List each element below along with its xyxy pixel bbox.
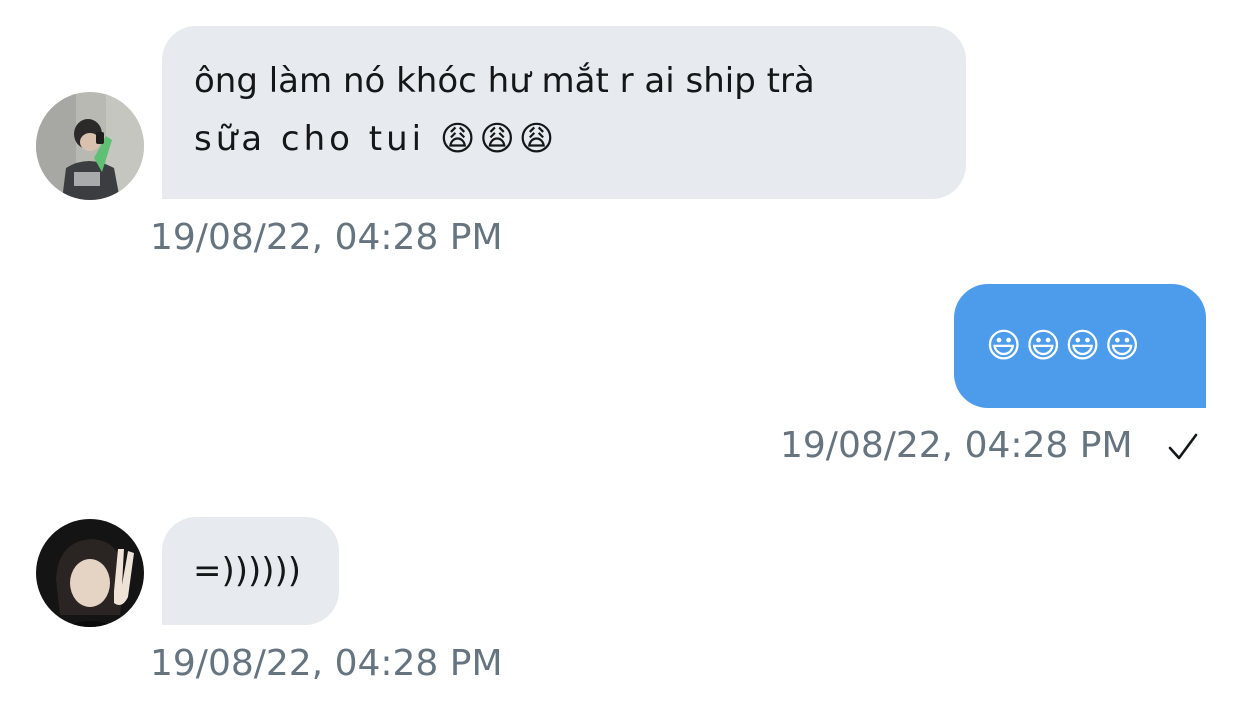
sender-avatar[interactable] [36,92,144,200]
checkmark-icon [1168,433,1198,460]
incoming-message-bubble[interactable]: =)))))) [162,517,339,625]
message-text-line: ông làm nó khóc hư mắt r ai ship trà [194,61,815,101]
outgoing-message-bubble[interactable]: 😃😃😃😃 [954,284,1206,408]
message-text: =)))))) [193,551,302,591]
sender-avatar[interactable] [36,519,144,627]
message-timestamp: 19/08/22, 04:28 PM [780,425,1133,466]
avatar-photo-icon [36,519,144,627]
message-timestamp: 19/08/22, 04:28 PM [150,643,503,684]
message-text: 😃😃😃😃 [986,326,1144,366]
message-text-line: sữa cho tui 😩😩😩 [194,119,559,159]
avatar-photo-icon [36,92,144,200]
incoming-message-bubble[interactable]: ông làm nó khóc hư mắt r ai ship trà sữa… [162,26,966,199]
message-timestamp: 19/08/22, 04:28 PM [150,217,503,258]
